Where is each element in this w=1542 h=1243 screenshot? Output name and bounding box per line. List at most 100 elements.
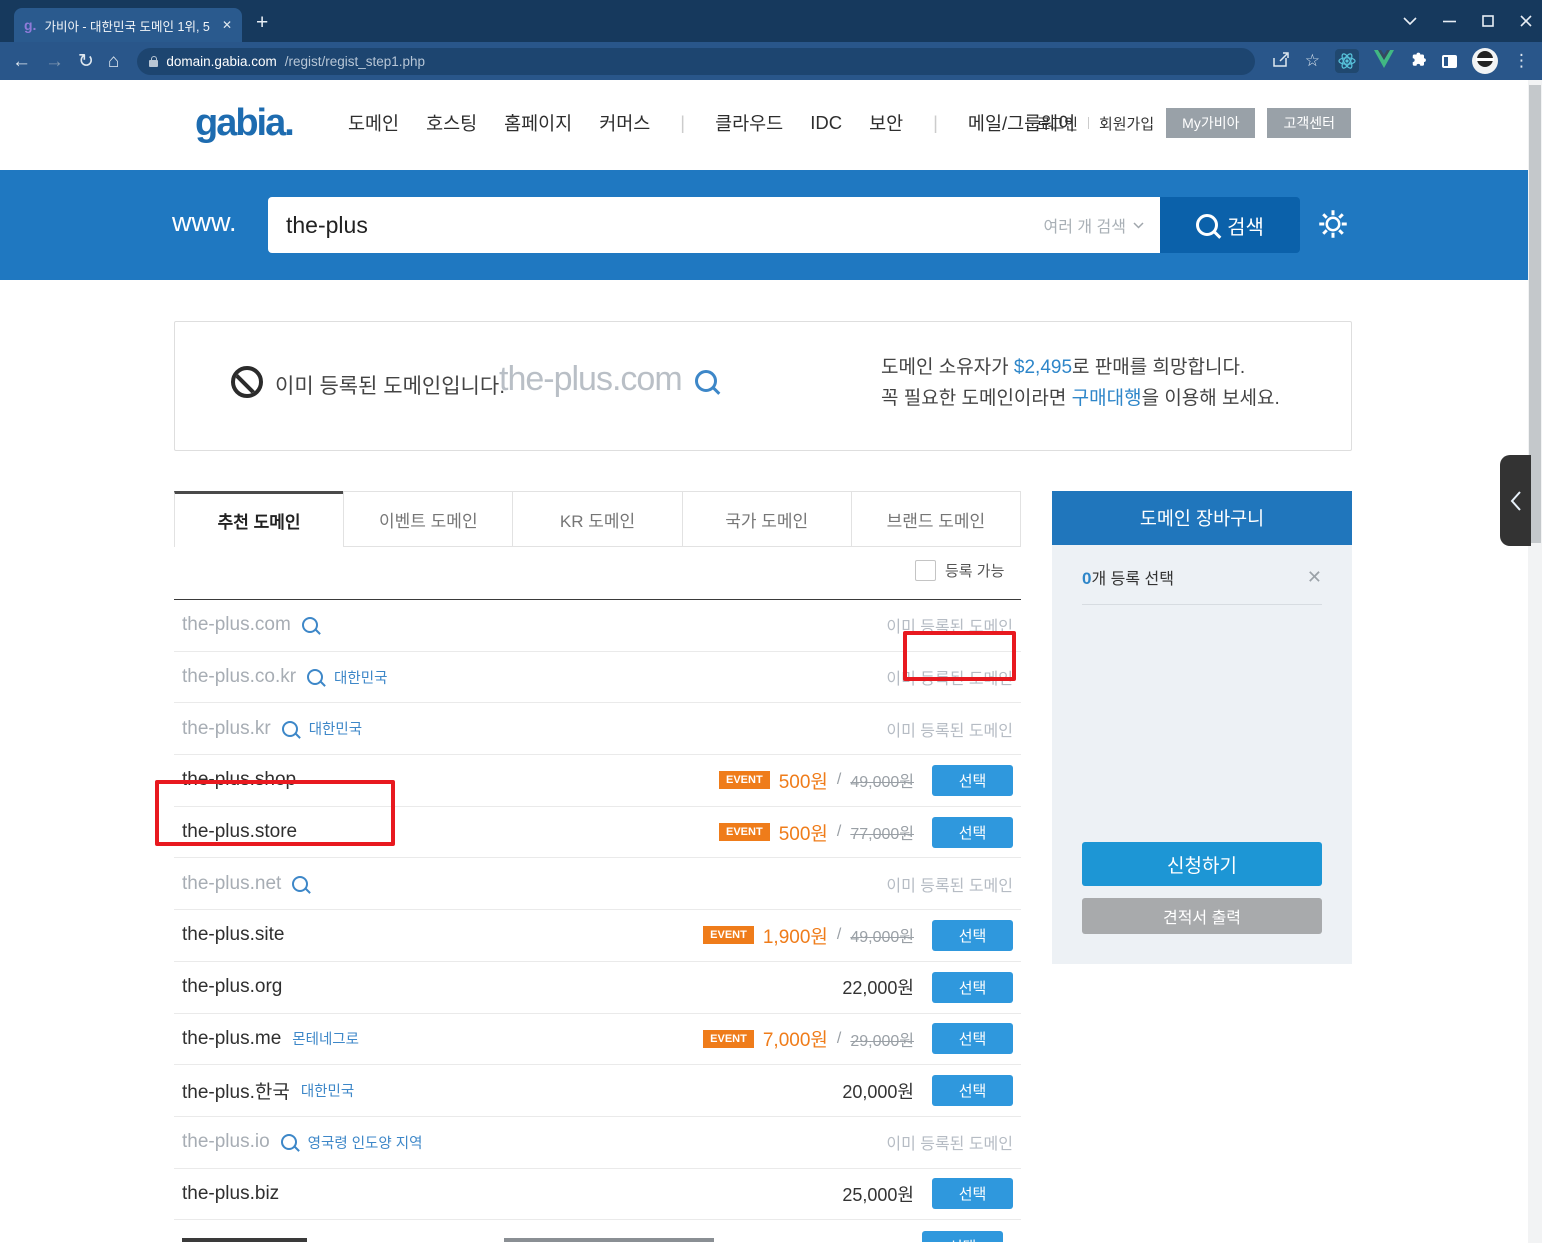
browser-menu-icon[interactable]: ⋮ — [1513, 51, 1530, 71]
whois-search-icon[interactable] — [292, 876, 308, 892]
whois-search-icon[interactable] — [302, 617, 318, 633]
nav-item[interactable]: 도메인 — [348, 110, 399, 136]
extensions-puzzle-icon[interactable] — [1409, 50, 1427, 73]
event-price: 7,000원 — [763, 1025, 828, 1052]
country-label: 대한민국 — [334, 667, 387, 688]
available-checkbox[interactable] — [915, 560, 936, 581]
site-header: gabia. 도메인호스팅홈페이지커머스|클라우드IDC보안|메일/그룹웨어 로… — [0, 80, 1528, 170]
select-button[interactable]: 선택 — [932, 1178, 1013, 1209]
select-button[interactable]: 선택 — [922, 1231, 1003, 1242]
select-button[interactable]: 선택 — [932, 1023, 1013, 1054]
back-icon[interactable]: ← — [12, 52, 31, 71]
bookmark-star-icon[interactable]: ☆ — [1305, 51, 1320, 71]
domain-results: 추천 도메인이벤트 도메인KR 도메인국가 도메인브랜드 도메인 등록 가능 t… — [174, 491, 1021, 1242]
apply-button[interactable]: 신청하기 — [1082, 842, 1322, 886]
registered-status: 이미 등록된 도메인 — [886, 717, 1013, 741]
tab-item[interactable]: 국가 도메인 — [682, 491, 852, 547]
new-tab-button[interactable]: + — [256, 13, 268, 33]
table-row: the-plus.한국대한민국20,000원선택 — [174, 1065, 1021, 1117]
home-icon[interactable]: ⌂ — [108, 52, 119, 71]
original-price: 77,000원 — [850, 820, 914, 844]
domain-name: the-plus.한국 — [182, 1077, 290, 1104]
search-button[interactable]: 검색 — [1160, 197, 1300, 253]
window-chevron-icon[interactable] — [1403, 17, 1417, 26]
whois-search-icon[interactable] — [695, 370, 717, 392]
react-devtools-icon[interactable] — [1335, 49, 1359, 73]
domain-name: the-plus.me — [182, 1028, 281, 1050]
gabia-logo[interactable]: gabia. — [195, 102, 293, 145]
domain-name: the-plus.org — [182, 976, 282, 998]
select-button[interactable]: 선택 — [932, 765, 1013, 796]
available-label: 등록 가능 — [945, 560, 1004, 581]
domain-tabs: 추천 도메인이벤트 도메인KR 도메인국가 도메인브랜드 도메인 — [174, 491, 1021, 547]
table-row: the-plus.siteEVENT1,900원/49,000원선택 — [174, 910, 1021, 962]
country-label: 몬테네그로 — [292, 1028, 359, 1049]
nav-divider: | — [680, 112, 685, 134]
chevron-down-icon — [1133, 222, 1144, 229]
my-gabia-button[interactable]: My가비아 — [1166, 108, 1255, 138]
window-maximize-icon[interactable] — [1482, 15, 1494, 27]
url-bar[interactable]: domain.gabia.com/regist/regist_step1.php — [137, 48, 1254, 75]
browser-tab[interactable]: g. 가비아 - 대한민국 도메인 1위, 5 ✕ — [14, 8, 242, 42]
tab-item[interactable]: 이벤트 도메인 — [343, 491, 513, 547]
whois-search-icon[interactable] — [282, 721, 298, 737]
share-icon[interactable] — [1273, 51, 1290, 72]
select-button[interactable]: 선택 — [932, 920, 1013, 951]
window-controls — [1403, 0, 1532, 42]
page-scrollbar[interactable] — [1528, 80, 1542, 1243]
event-badge: EVENT — [703, 1030, 754, 1048]
cart-count-label: 개 등록 선택 — [1091, 571, 1174, 588]
header-right: 로그인 회원가입 My가비아 고객센터 — [1037, 108, 1351, 138]
nav-item[interactable]: 보안 — [869, 110, 903, 136]
registered-status: 이미 등록된 도메인 — [886, 613, 1013, 637]
select-button[interactable]: 선택 — [932, 972, 1013, 1003]
cart-body: 0개 등록 선택 ✕ 신청하기 견적서 출력 — [1052, 545, 1352, 964]
tab-title: 가비아 - 대한민국 도메인 1위, 5 — [44, 16, 215, 35]
filter-row: 등록 가능 — [174, 547, 1021, 600]
table-row: the-plus.me몬테네그로EVENT7,000원/29,000원선택 — [174, 1014, 1021, 1066]
sale-price: $2,495 — [1014, 357, 1072, 378]
multi-search-dropdown[interactable]: 여러 개 검색 — [1044, 197, 1145, 253]
whois-search-icon[interactable] — [281, 1134, 297, 1150]
whois-search-icon[interactable] — [307, 669, 323, 685]
tab-item[interactable]: 추천 도메인 — [174, 491, 344, 547]
login-link[interactable]: 로그인 — [1037, 113, 1078, 134]
search-icon — [1196, 214, 1218, 236]
purchase-agency-link[interactable]: 구매대행 — [1072, 388, 1142, 409]
domain-name: the-plus.shop — [182, 769, 296, 791]
cart-clear-icon[interactable]: ✕ — [1307, 567, 1322, 588]
domain-name: the-plus.co.kr — [182, 666, 296, 688]
chevron-left-icon — [1509, 490, 1523, 512]
side-panel-handle[interactable] — [1500, 455, 1531, 546]
browser-toolbar: ← → ↻ ⌂ domain.gabia.com/regist/regist_s… — [0, 42, 1542, 80]
tab-item[interactable]: 브랜드 도메인 — [851, 491, 1021, 547]
gear-icon[interactable] — [1318, 209, 1348, 244]
domain-name: the-plus.io — [182, 1131, 270, 1153]
window-close-icon[interactable] — [1520, 15, 1532, 27]
domain-search-input[interactable]: the-plus 여러 개 검색 — [268, 197, 1160, 253]
nav-item[interactable]: 클라우드 — [715, 110, 783, 136]
table-row: the-plus.kr대한민국이미 등록된 도메인 — [174, 703, 1021, 755]
forward-icon[interactable]: → — [45, 52, 64, 71]
nav-item[interactable]: 커머스 — [599, 110, 650, 136]
country-label: 영국령 인도양 지역 — [308, 1132, 423, 1153]
window-minimize-icon[interactable] — [1443, 20, 1456, 23]
tab-close-icon[interactable]: ✕ — [222, 18, 232, 32]
nav-item[interactable]: 홈페이지 — [504, 110, 572, 136]
tab-item[interactable]: KR 도메인 — [512, 491, 682, 547]
nav-divider: | — [933, 112, 938, 134]
select-button[interactable]: 선택 — [932, 817, 1013, 848]
content: 추천 도메인이벤트 도메인KR 도메인국가 도메인브랜드 도메인 등록 가능 t… — [174, 491, 1352, 1242]
nav-item[interactable]: 호스팅 — [426, 110, 477, 136]
refresh-icon[interactable]: ↻ — [78, 52, 94, 71]
nav-item[interactable]: IDC — [810, 112, 842, 134]
select-button[interactable]: 선택 — [932, 1075, 1013, 1106]
event-badge: EVENT — [719, 823, 770, 841]
vue-devtools-icon[interactable] — [1374, 50, 1394, 73]
sidebar-toggle-icon[interactable] — [1442, 55, 1457, 68]
profile-avatar[interactable] — [1472, 48, 1498, 74]
customer-center-button[interactable]: 고객센터 — [1267, 108, 1351, 138]
quote-button[interactable]: 견적서 출력 — [1082, 898, 1322, 934]
signup-link[interactable]: 회원가입 — [1099, 113, 1154, 134]
filter-available[interactable]: 등록 가능 — [915, 560, 1004, 581]
